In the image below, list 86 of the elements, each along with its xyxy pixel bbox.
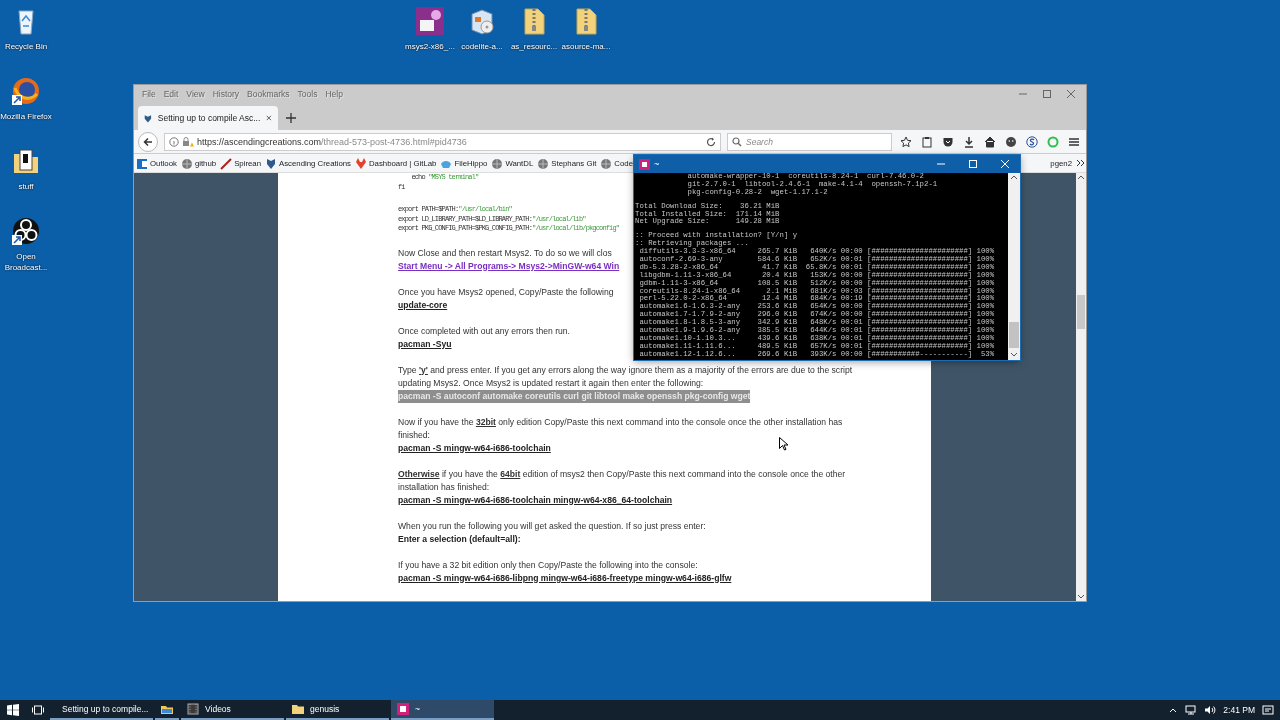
back-button[interactable] (138, 131, 158, 152)
volume-icon[interactable] (1204, 705, 1217, 715)
reload-icon[interactable] (706, 136, 716, 147)
scroll-down-icon[interactable] (1077, 593, 1085, 601)
bold-text: Enter a selection (default=all): (398, 532, 521, 546)
desktop-icon-label[interactable]: Open Broadcast... (0, 252, 52, 273)
menu-item[interactable]: History (208, 89, 244, 99)
scrollbar[interactable] (1076, 173, 1086, 601)
url-text: https://ascendingcreations.com/thread-573-post-4736.html#pid4736 (197, 136, 468, 147)
desktop-icon-label[interactable]: Recycle Bin (4, 42, 48, 53)
paragraph: Type 'y' and press enter. If you get any errors along the way ignore them as a majority of the errors are due to the script updating Msys2. Once Msys2 is updated restart it again then enter the following: (398, 363, 854, 390)
download-icon[interactable] (963, 135, 975, 148)
folder-icon (292, 703, 304, 715)
feather-icon (220, 156, 233, 170)
search-icon (732, 136, 742, 147)
smiley-icon[interactable] (1005, 135, 1017, 148)
close-icon[interactable] (1066, 89, 1076, 99)
mouse-pointer-icon (779, 437, 788, 451)
menu-icon[interactable] (1068, 135, 1080, 148)
scroll-up-icon[interactable] (1077, 173, 1085, 181)
notification-icon[interactable] (1262, 705, 1274, 715)
paragraph: When you run the following you will get asked the question. If so just press enter: (398, 519, 706, 533)
clipboard-icon[interactable] (921, 135, 933, 148)
pocket-icon[interactable] (942, 135, 954, 148)
command-text: pacman -S mingw-w64-i686-toolchain mingw-w64-x86_64-toolchain (398, 493, 673, 507)
app-logo-icon (639, 158, 650, 170)
window-title: ~ (654, 159, 660, 169)
chevron-right-icon[interactable] (1076, 158, 1086, 168)
star-icon[interactable] (900, 135, 912, 148)
desktop-icon-label[interactable]: msys2-x86_... (405, 42, 455, 53)
command-text: pacman -S mingw-w64-i686-toolchain (398, 441, 551, 455)
browser-tab[interactable]: Setting up to compile Asc... (138, 106, 278, 130)
desktop-icon-label[interactable]: stuff (18, 182, 34, 193)
close-icon[interactable] (266, 114, 272, 122)
arrow-left-icon (143, 136, 153, 147)
ring-logo-icon[interactable] (11, 216, 41, 246)
menu-item[interactable]: File (138, 89, 160, 99)
taskbar-item[interactable]: ~ (391, 700, 494, 720)
menu-item[interactable]: Edit (159, 89, 183, 99)
network-icon[interactable] (1185, 705, 1198, 715)
lock-warning-icon (182, 136, 194, 147)
app-logo-icon (397, 703, 409, 715)
address-bar[interactable]: https://ascendingcreations.com/thread-573-post-4736.html#pid4736 (164, 132, 721, 151)
desktop-icon-label[interactable]: codelite-a... (461, 42, 503, 53)
film-icon (187, 703, 199, 715)
paragraph: Now Close and then restart Msys2. To do so we will clos (398, 246, 612, 260)
taskbar-item[interactable]: Videos (181, 700, 284, 720)
maximize-icon[interactable] (1042, 89, 1052, 99)
paragraph: Now if you have the 32bit only edition Copy/Paste this next command into the console once the other installation has finished: (398, 415, 844, 442)
globe-icon (491, 156, 504, 170)
command-text: pacman -Syu (398, 337, 452, 351)
globe-icon (180, 156, 193, 170)
globe-icon (600, 156, 613, 170)
desktop-icon-label[interactable]: asource-ma... (561, 42, 611, 53)
folder-icon (161, 703, 173, 715)
scrollbar-thumb[interactable] (1077, 295, 1085, 329)
menu-item[interactable]: Help (321, 89, 347, 99)
menu-item[interactable]: Tools (293, 89, 322, 99)
scrollbar-thumb[interactable] (1009, 322, 1019, 348)
menu-item[interactable]: Bookmarks (243, 89, 294, 99)
paragraph: If you have a 32 bit edition only then Copy/Paste the following into the console: (398, 558, 698, 572)
task-view-icon (31, 704, 44, 716)
taskbar-item[interactable]: Setting up to compile... (50, 700, 153, 720)
globe-icon (537, 156, 550, 170)
search-field[interactable]: Search (727, 132, 892, 151)
paragraph: Otherwise if you have the 64bit edition of msys2 then Copy/Paste this next command into the console once the other installation has finished: (398, 467, 847, 494)
circle-s-icon[interactable] (1026, 135, 1038, 148)
paragraph: Once completed with out any errors then run. (398, 324, 570, 338)
browser-logo-icon[interactable] (11, 76, 41, 106)
paragraph: Once you have Msys2 opened, Copy/Paste the following (398, 285, 614, 299)
command-text: pacman -S mingw-w64-i686-libpng mingw-w64-i686-freetype mingw-w64-i686-glfw (398, 571, 732, 585)
desktop-icon-label[interactable]: Mozilla Firefox (0, 112, 52, 123)
info-icon (169, 136, 179, 147)
home-icon[interactable] (984, 135, 996, 148)
fox-icon (354, 156, 367, 170)
command-text: update-core (398, 298, 448, 312)
clock[interactable]: 2:41 PM (1223, 705, 1255, 715)
menu-item[interactable]: View (182, 89, 209, 99)
taskbar-item[interactable]: genusis (286, 700, 389, 720)
scrollbar[interactable] (1008, 173, 1020, 360)
app-logo-icon[interactable] (415, 6, 445, 36)
shield-icon (265, 156, 277, 170)
link[interactable]: Start Menu -> All Programs-> Msys2->MinGW-w64 Win (398, 259, 620, 273)
desktop-icon-label[interactable]: as_resourc... (510, 42, 558, 53)
folder-icon[interactable] (11, 146, 41, 176)
windows-logo-icon (6, 704, 19, 716)
